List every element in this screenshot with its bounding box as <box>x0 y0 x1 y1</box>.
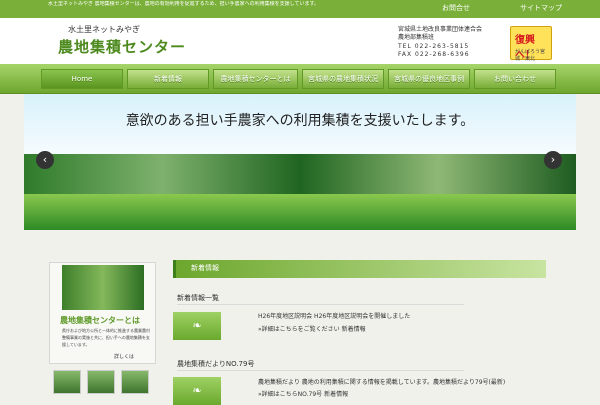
top-info-bar: 水土里ネットみやぎ 農地集積センターは、農地の有効利用を促進するため、担い手農家… <box>0 0 600 18</box>
field-thumbnail-1[interactable] <box>53 370 81 394</box>
leaf-news-icon-1: ❧ <box>173 312 221 340</box>
news-link-1[interactable]: »詳細はこちらをご覧ください 新着情報 <box>258 326 528 334</box>
news-content: 新着情報 新着情報一覧 ❧ H26年度地区説明会 H26年度地区説明会を開催しま… <box>170 258 546 405</box>
recovery-banner[interactable]: 復興へ！ がんばろう宮城・東北 <box>510 26 552 62</box>
next-slide-icon[interactable]: › <box>544 151 562 169</box>
department-line: 農地部集積班 <box>398 34 435 41</box>
news-section-title: 新着情報 <box>191 264 219 272</box>
contact-link[interactable]: お問合せ <box>442 3 470 13</box>
nav-excellent-cases[interactable]: 宮城県の優良地区事例 <box>388 69 470 89</box>
fax-number: FAX 022-268-6396 <box>398 51 470 58</box>
nav-prefecture-status[interactable]: 宮城県の農地集積状況 <box>302 69 384 89</box>
rice-field-graphic <box>24 194 576 230</box>
news-divider-1 <box>177 304 464 305</box>
site-logo[interactable]: 農地集積センター <box>58 36 186 57</box>
hero-heading: 意欲のある担い手農家への利用集積を支援いたします。 <box>125 113 475 129</box>
sitemap-link[interactable]: サイトマップ <box>520 3 562 13</box>
telephone-number: TEL 022-263-5815 <box>398 43 470 50</box>
site-tagline: 水土里ネットみやぎ <box>68 25 140 34</box>
news-divider-2 <box>177 370 464 371</box>
hero-slider: 意欲のある担い手農家への利用集積を支援いたします。 ‹ › <box>24 94 576 230</box>
main-navigation: Home 新着情報 農地集積センターとは 宮城県の農地集積状況 宮城県の優良地区… <box>0 64 600 94</box>
site-description: 水土里ネットみやぎ 農地集積センターは、農地の有効利用を促進するため、担い手農家… <box>48 1 319 7</box>
organization-line: 宮城県土地改良事業団体連合会 <box>398 26 483 33</box>
nav-center-about[interactable]: 農地集積センターとは <box>213 69 298 89</box>
sidebar: 農地集積センターとは 県庁および地方公所と一体的に推進する農業農村整備事業の実施… <box>49 262 156 400</box>
organization-name: 宮城県土地改良事業団体連合会 農地部集積班 <box>398 26 482 42</box>
leaf-news-icon-2: ❧ <box>173 377 221 405</box>
forest-graphic <box>24 154 576 194</box>
center-card-description: 県庁および地方公所と一体的に推進する農業農村整備事業の実施と共に、担い手への農地… <box>62 328 150 347</box>
nav-home[interactable]: Home <box>41 69 123 89</box>
news-section-header: 新着情報 <box>173 260 546 278</box>
contact-info: TEL 022-263-5815 FAX 022-268-6396 <box>398 43 470 59</box>
previous-slide-icon[interactable]: ‹ <box>36 151 54 169</box>
field-thumbnail-2[interactable] <box>87 370 115 394</box>
recovery-subtitle: がんばろう宮城・東北 <box>515 49 546 62</box>
more-link[interactable]: 詳しくは <box>114 353 134 360</box>
center-card-title: 農地集積センターとは <box>60 316 140 325</box>
news-text-1: H26年度地区説明会 H26年度地区説明会を開催しました <box>258 313 411 320</box>
site-header: 水土里ネットみやぎ 農地集積センター 宮城県土地改良事業団体連合会 農地部集積班… <box>0 18 600 64</box>
nav-news[interactable]: 新着情報 <box>127 69 209 89</box>
news-item-title-2[interactable]: 農地集積だよりNO.79号 <box>177 359 254 369</box>
news-link-2[interactable]: »詳細はこちらNO.79号 新着情報 <box>258 391 544 399</box>
aerial-field-photo <box>62 265 144 310</box>
center-info-card[interactable]: 農地集積センターとは 県庁および地方公所と一体的に推進する農業農村整備事業の実施… <box>49 262 156 364</box>
thumbnail-gallery <box>53 370 151 400</box>
news-item-title-1[interactable]: 新着情報一覧 <box>177 293 219 303</box>
field-thumbnail-3[interactable] <box>121 370 149 394</box>
news-text-2: 農地集積だより 農地の利用集積に関する情報を掲載しています。農地集積だより79号… <box>258 379 506 386</box>
nav-contact[interactable]: お問い合わせ <box>474 69 556 89</box>
